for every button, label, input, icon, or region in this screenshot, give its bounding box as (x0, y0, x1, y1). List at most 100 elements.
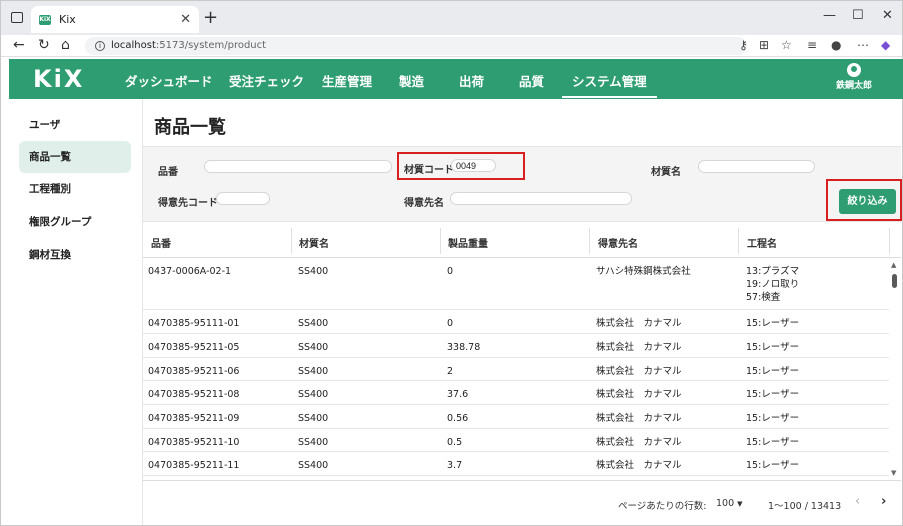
sidebar-item-steel-compat[interactable]: 鋼材互換 (19, 239, 131, 271)
table-row[interactable]: 0470385-95211-10 SS400 0.5 株式会社 カナマル 15:… (143, 429, 889, 452)
cell-material: SS400 (298, 366, 329, 377)
prev-page-icon[interactable]: ‹ (855, 494, 860, 509)
user-menu[interactable]: 鉄鋼太郎 (832, 63, 876, 91)
customer-code-input[interactable] (216, 192, 270, 205)
minimize-icon[interactable]: — (823, 8, 836, 23)
nav-order-check[interactable]: 受注チェック (229, 71, 304, 90)
tab-actions-icon[interactable] (11, 12, 23, 23)
cell-customer: 株式会社 カナマル (596, 437, 682, 448)
customer-name-label: 得意先名 (404, 198, 444, 209)
browser-window: KiX Kix ✕ + — ☐ ✕ ← ↻ ⌂ i localhost:5173/… (0, 0, 903, 526)
maximize-icon[interactable]: ☐ (852, 8, 864, 23)
cell-process: 15:レーザー (746, 342, 800, 353)
copilot-icon[interactable]: ◆ (881, 38, 890, 52)
cell-customer: サハシ特殊鋼株式会社 (596, 266, 691, 277)
nav-quality[interactable]: 品質 (519, 71, 544, 90)
cell-material: SS400 (298, 413, 329, 424)
column-divider (738, 228, 739, 254)
cell-hinban: 0470385-95111-01 (148, 318, 240, 329)
rows-per-page-select[interactable]: 100 ▼ (716, 498, 743, 509)
more-icon[interactable]: ⋯ (857, 38, 869, 52)
scroll-up-icon[interactable]: ▲ (891, 261, 896, 269)
cell-customer: 株式会社 カナマル (596, 413, 682, 424)
table-row[interactable]: 0437-0006A-02-1 SS400 0 サハシ特殊鋼株式会社 13:プラ… (143, 258, 889, 310)
nav-manufacturing[interactable]: 製造 (399, 71, 424, 90)
column-header-process[interactable]: 工程名 (747, 235, 777, 250)
site-info-icon[interactable]: i (95, 41, 105, 51)
table-row[interactable]: 0470385-95211-11 SS400 3.7 株式会社 カナマル 15:… (143, 452, 889, 476)
table-row[interactable]: 0470385-95211-09 SS400 0.56 株式会社 カナマル 15… (143, 405, 889, 429)
home-icon[interactable]: ⌂ (61, 37, 70, 53)
favicon-icon: KiX (39, 14, 51, 25)
nav-shipping[interactable]: 出荷 (459, 71, 484, 90)
customer-name-input[interactable] (450, 192, 632, 205)
process-line: 19:ノロ取り (746, 279, 800, 290)
tab-close-icon[interactable]: ✕ (180, 12, 191, 27)
sidebar-item-permission-groups[interactable]: 権限グループ (19, 206, 131, 238)
process-line: 13:プラズマ (746, 266, 800, 277)
table-body: 0437-0006A-02-1 SS400 0 サハシ特殊鋼株式会社 13:プラ… (143, 258, 901, 480)
nav-production[interactable]: 生産管理 (322, 71, 372, 90)
column-divider (589, 228, 590, 254)
favorites-list-icon[interactable]: ≡ (807, 38, 817, 52)
key-icon[interactable]: ⚷ (739, 38, 748, 52)
cell-weight: 0 (447, 318, 454, 329)
table-header: 品番 材質名 製品重量 得意先名 工程名 (143, 224, 901, 258)
cell-process: 15:レーザー (746, 318, 800, 329)
cell-customer: 株式会社 カナマル (596, 389, 682, 400)
favorite-star-icon[interactable]: ☆ (781, 38, 792, 52)
window-close-icon[interactable]: ✕ (882, 8, 893, 23)
cell-hinban: 0470385-95211-09 (148, 413, 240, 424)
hinban-input[interactable] (204, 160, 392, 173)
url-host: localhost (111, 40, 156, 51)
browser-tab[interactable]: KiX Kix ✕ (31, 6, 199, 33)
user-avatar-icon (847, 63, 861, 77)
sidebar-item-users[interactable]: ユーザ (19, 109, 131, 141)
split-screen-icon[interactable]: ⊞ (759, 38, 769, 52)
cell-material: SS400 (298, 266, 329, 277)
cell-process: 13:プラズマ 19:ノロ取り 57:検査 (746, 265, 799, 304)
scroll-down-icon[interactable]: ▼ (891, 469, 896, 477)
process-line: 57:検査 (746, 292, 781, 303)
table-row[interactable]: 0470385-95211-06 SS400 2 株式会社 カナマル 15:レー… (143, 358, 889, 381)
reload-icon[interactable]: ↻ (38, 37, 50, 53)
column-header-weight[interactable]: 製品重量 (448, 235, 488, 250)
cell-process: 15:レーザー (746, 389, 800, 400)
column-header-material[interactable]: 材質名 (299, 235, 329, 250)
column-header-customer[interactable]: 得意先名 (598, 235, 638, 250)
nav-system-admin[interactable]: システム管理 (562, 71, 657, 98)
new-tab-icon[interactable]: + (203, 7, 218, 28)
cell-weight: 338.78 (447, 342, 481, 353)
cell-hinban: 0470385-95211-08 (148, 389, 240, 400)
nav-dashboard[interactable]: ダッシュボード (125, 71, 213, 90)
cell-weight: 37.6 (447, 389, 469, 400)
column-divider (291, 228, 292, 254)
material-name-input[interactable] (698, 160, 815, 173)
cell-hinban: 0470385-95211-05 (148, 342, 240, 353)
tab-title: Kix (59, 13, 76, 26)
table-row[interactable]: 0470385-95111-01 SS400 0 株式会社 カナマル 15:レー… (143, 310, 889, 334)
url-field[interactable]: i localhost:5173/system/product (85, 37, 747, 55)
cell-weight: 2 (447, 366, 454, 377)
table-row[interactable]: 0470385-95211-08 SS400 37.6 株式会社 カナマル 15… (143, 381, 889, 405)
cell-weight: 0.56 (447, 413, 469, 424)
cell-process: 15:レーザー (746, 413, 800, 424)
cell-process: 15:レーザー (746, 366, 800, 377)
cell-hinban: 0470385-95211-06 (148, 366, 240, 377)
next-page-icon[interactable]: › (881, 494, 886, 509)
filter-search-button[interactable]: 絞り込み (839, 189, 896, 214)
cell-weight: 3.7 (447, 460, 463, 471)
back-icon[interactable]: ← (13, 37, 25, 53)
table-scrollbar[interactable]: ▲ ▼ (889, 258, 901, 480)
sidebar-item-products[interactable]: 商品一覧 (19, 141, 131, 173)
table-row[interactable]: 0470385-95211-05 SS400 338.78 株式会社 カナマル … (143, 334, 889, 358)
rows-per-page-value: 100 (716, 498, 735, 509)
material-code-input[interactable] (451, 159, 496, 172)
profile-icon[interactable]: ● (831, 38, 841, 52)
material-code-label: 材質コード (404, 165, 454, 176)
column-header-hinban[interactable]: 品番 (151, 235, 171, 250)
scrollbar-thumb[interactable] (892, 274, 897, 288)
sidebar-item-process-types[interactable]: 工程種別 (19, 173, 131, 205)
app-logo[interactable]: KiX (33, 65, 84, 93)
cell-material: SS400 (298, 342, 329, 353)
